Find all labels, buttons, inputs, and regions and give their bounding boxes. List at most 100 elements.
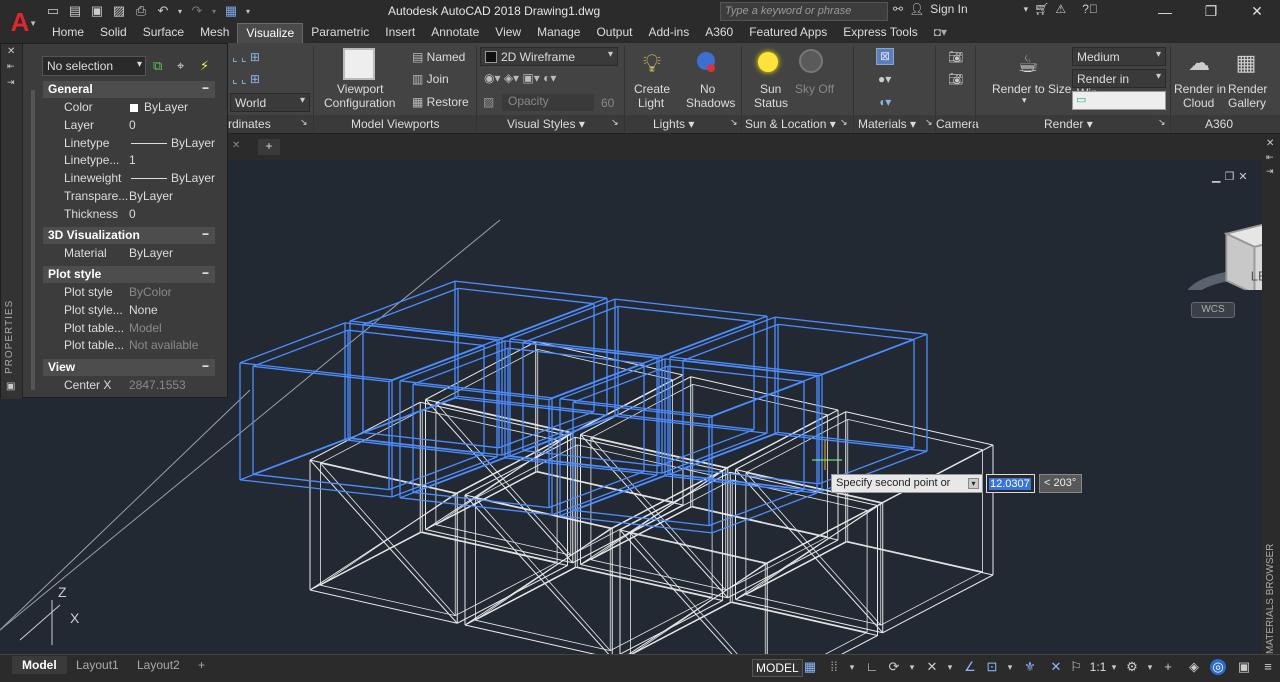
selected-wire-edge[interactable] bbox=[454, 280, 608, 299]
side-panel-hide-icon[interactable]: ⇤ bbox=[1266, 152, 1274, 163]
wire-edge[interactable] bbox=[575, 566, 723, 601]
object-snap-icon[interactable]: ⊡ bbox=[984, 659, 1000, 675]
panel-a360[interactable]: A360 bbox=[1205, 117, 1233, 131]
tab-annotate[interactable]: Annotate bbox=[423, 23, 487, 43]
scale-dropdown-icon[interactable]: ▾ bbox=[1106, 659, 1122, 675]
selected-wire-edge[interactable] bbox=[239, 362, 393, 381]
properties-title-strip[interactable]: ✕ ⇤ ⇥ PROPERTIES ▣ bbox=[1, 44, 23, 399]
wire-edge[interactable] bbox=[570, 501, 673, 556]
panel-coordinates[interactable]: rdinates bbox=[228, 117, 271, 131]
wire-edge[interactable] bbox=[610, 596, 713, 652]
wire-edge[interactable] bbox=[320, 409, 423, 464]
hardware-acceleration-icon[interactable]: ◎ bbox=[1210, 659, 1226, 675]
camera-icon-1[interactable]: 📷︎ bbox=[948, 50, 963, 64]
viewport-configuration-icon[interactable] bbox=[343, 48, 375, 80]
save-as-icon[interactable]: ▨ bbox=[110, 2, 128, 20]
ucs-icon-1[interactable]: ⌞ ⌞ ⊞ bbox=[232, 50, 260, 64]
side-panel-props-icon[interactable]: ⇥ bbox=[1266, 166, 1274, 177]
annotation-scale-value[interactable]: 1:1 bbox=[1088, 659, 1108, 675]
wire-edge[interactable] bbox=[464, 624, 612, 654]
annotation-visibility-icon[interactable]: ⚜ bbox=[1022, 659, 1038, 675]
render-gallery-label-2[interactable]: Gallery bbox=[1228, 96, 1266, 110]
selected-wire-edge[interactable] bbox=[658, 321, 755, 359]
selected-wire-edge[interactable] bbox=[522, 341, 660, 359]
maximize-icon[interactable]: ❐ bbox=[1188, 0, 1234, 23]
selected-wire-edge[interactable] bbox=[239, 322, 346, 364]
redo-icon[interactable]: ↷ bbox=[188, 2, 206, 20]
panel-render[interactable]: Render ▾ bbox=[1044, 117, 1093, 131]
selected-wire-edge[interactable] bbox=[708, 488, 805, 527]
panel-materials[interactable]: Materials ▾ bbox=[858, 117, 916, 131]
selected-wire-edge[interactable] bbox=[774, 433, 928, 452]
selected-wire-edge[interactable] bbox=[661, 432, 768, 474]
wire-edge[interactable] bbox=[577, 566, 713, 598]
workspace-gear-icon[interactable]: ⚙ bbox=[1124, 659, 1140, 675]
viewcube[interactable]: LEFT bbox=[1172, 215, 1262, 290]
snap-icon[interactable]: ⁞⁞ bbox=[826, 659, 842, 675]
selected-wire-edge[interactable] bbox=[412, 491, 550, 509]
new-doc-tab-icon[interactable]: + bbox=[258, 139, 280, 155]
selected-wire-edge[interactable] bbox=[667, 365, 805, 383]
selected-wire-edge[interactable] bbox=[362, 323, 500, 341]
polar-dropdown-icon[interactable]: ▾ bbox=[942, 659, 958, 675]
add-layout-icon[interactable]: + bbox=[188, 656, 215, 674]
render-to-size-dropdown-icon[interactable]: ▾ bbox=[1022, 95, 1027, 106]
render-in-cloud-label-1[interactable]: Render in bbox=[1174, 82, 1226, 96]
wire-edge[interactable] bbox=[320, 462, 456, 616]
wire-edge[interactable] bbox=[475, 497, 611, 651]
wire-edge[interactable] bbox=[845, 541, 994, 576]
wire-edge[interactable] bbox=[880, 571, 983, 626]
tab-output[interactable]: Output bbox=[588, 23, 640, 43]
polar-tracking-icon[interactable]: ✕ bbox=[924, 659, 940, 675]
sky-off-icon[interactable] bbox=[798, 48, 830, 80]
ortho-dropdown-icon[interactable]: ▾ bbox=[904, 659, 920, 675]
panel-model-viewports[interactable]: Model Viewports bbox=[351, 117, 440, 131]
palette-menu-icon[interactable]: ▣ bbox=[6, 381, 15, 392]
tab-view[interactable]: View bbox=[487, 23, 529, 43]
group-plot-style[interactable]: Plot style − bbox=[43, 266, 215, 283]
property-row[interactable]: Plot table... Not available bbox=[43, 337, 215, 354]
wire-edge[interactable] bbox=[767, 635, 878, 655]
wire-edge[interactable] bbox=[475, 566, 578, 621]
selected-wire-edge[interactable] bbox=[239, 479, 393, 498]
tab-insert[interactable]: Insert bbox=[377, 23, 423, 43]
property-row[interactable]: Plot style ByColor bbox=[43, 284, 215, 301]
sun-status-label-2[interactable]: Status bbox=[754, 96, 788, 110]
wire-edge[interactable] bbox=[845, 411, 994, 446]
selected-wire-edge[interactable] bbox=[399, 497, 553, 516]
customization-icon[interactable]: ≡ bbox=[1260, 659, 1276, 675]
property-row[interactable]: Lineweight ByLayer bbox=[43, 170, 215, 187]
no-shadows-label-2[interactable]: Shadows bbox=[686, 96, 735, 110]
selected-wire-edge[interactable] bbox=[669, 316, 776, 358]
sign-in-dropdown-icon[interactable]: ▾ bbox=[1024, 4, 1029, 15]
redo-dropdown-icon[interactable]: ▾ bbox=[210, 2, 218, 20]
ribbon-options-icon[interactable]: ◘▾ bbox=[926, 23, 955, 43]
exchange-icon[interactable]: ⚠︎ bbox=[1055, 2, 1066, 16]
osnap-dropdown-icon[interactable]: ▾ bbox=[1002, 659, 1018, 675]
tab-add-ins[interactable]: Add-ins bbox=[641, 23, 698, 43]
wire-edge[interactable] bbox=[745, 540, 848, 596]
wire-edge[interactable] bbox=[765, 509, 868, 565]
workspace-dropdown-icon[interactable]: ▾ bbox=[1142, 659, 1158, 675]
tab-layout2[interactable]: Layout2 bbox=[127, 656, 190, 674]
wire-edge[interactable] bbox=[725, 536, 828, 591]
customize-qat-icon[interactable]: ▾ bbox=[244, 2, 252, 20]
ucs-axis[interactable] bbox=[19, 604, 61, 641]
coordinates-launcher-icon[interactable]: ↘ bbox=[300, 117, 308, 128]
selected-wire-edge[interactable] bbox=[774, 316, 928, 335]
selection-dropdown[interactable]: No selection bbox=[42, 56, 146, 76]
wire-edge[interactable] bbox=[690, 376, 839, 411]
panel-sun-location[interactable]: Sun & Location ▾ bbox=[745, 117, 836, 131]
close-palette-icon[interactable]: ✕ bbox=[7, 46, 15, 57]
tab-a360[interactable]: A360 bbox=[697, 23, 741, 43]
workspace-icon[interactable]: ▦ bbox=[222, 2, 240, 20]
tab-mesh[interactable]: Mesh bbox=[192, 23, 237, 43]
create-light-label-2[interactable]: Light bbox=[638, 96, 664, 110]
reference-line[interactable] bbox=[0, 389, 251, 631]
selected-wire-edge[interactable] bbox=[548, 362, 645, 401]
selected-wire-edge[interactable] bbox=[559, 398, 713, 417]
render-gallery-label-1[interactable]: Render bbox=[1228, 82, 1267, 96]
sky-off-label[interactable]: Sky Off bbox=[795, 82, 834, 96]
wire-edge[interactable] bbox=[692, 383, 828, 416]
selected-wire-edge[interactable] bbox=[669, 356, 823, 375]
